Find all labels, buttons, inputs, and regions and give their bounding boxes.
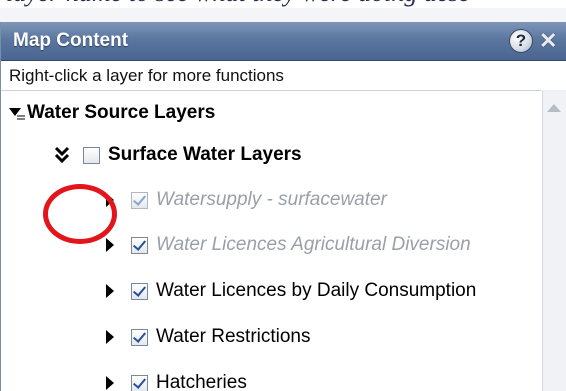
- screenshot-stage: layer name to see what they were doing d…: [0, 0, 566, 391]
- collapse-group-icon[interactable]: [7, 103, 27, 123]
- layer-checkbox[interactable]: [131, 374, 148, 391]
- group-label: Water Source Layers: [27, 102, 216, 123]
- expand-layer-icon[interactable]: [101, 327, 121, 347]
- layer-row-watersupply-surfacewater[interactable]: Watersupply - surfacewater: [101, 186, 387, 214]
- layer-row-water-licences-by-daily-consumption[interactable]: Water Licences by Daily Consumption: [101, 277, 476, 305]
- layer-row-water-licences-agricultural-diversion[interactable]: Water Licences Agricultural Diversion: [101, 231, 471, 259]
- layer-label: Water Restrictions: [156, 326, 311, 347]
- panel-titlebar: Map Content ? ✕: [1, 22, 566, 61]
- subgroup-label: Surface Water Layers: [108, 144, 302, 165]
- help-icon: ?: [515, 31, 527, 50]
- map-content-panel: Map Content ? ✕ Right-click a layer for …: [0, 22, 566, 391]
- layer-label: Water Licences by Daily Consumption: [156, 280, 477, 301]
- vertical-scrollbar[interactable]: [542, 90, 566, 391]
- layer-checkbox[interactable]: [131, 236, 148, 254]
- close-button[interactable]: ✕: [539, 28, 566, 54]
- tree-subgroup-surface-water-layers[interactable]: Surface Water Layers: [53, 141, 302, 169]
- layer-label: Water Licences Agricultural Diversion: [156, 234, 471, 255]
- expand-layer-icon[interactable]: [101, 281, 121, 301]
- layer-checkbox[interactable]: [131, 282, 148, 300]
- scroll-up-arrow-icon[interactable]: [547, 104, 561, 112]
- close-icon: ✕: [539, 28, 558, 53]
- panel-hint-text: Right-click a layer for more functions: [9, 66, 284, 85]
- layer-checkbox[interactable]: [131, 328, 148, 346]
- subgroup-checkbox[interactable]: [83, 146, 100, 164]
- layer-row-hatcheries[interactable]: Hatcheries: [101, 369, 247, 391]
- double-chevron-down-icon[interactable]: [53, 145, 73, 165]
- layer-tree: Water Source Layers Surface Water Layers…: [1, 90, 541, 391]
- help-button[interactable]: ?: [509, 29, 533, 53]
- page-caption-text: layer name to see what they were doing d…: [0, 0, 566, 8]
- expand-layer-icon[interactable]: [101, 373, 121, 391]
- panel-title: Map Content: [13, 30, 129, 51]
- tree-group-water-source-layers[interactable]: Water Source Layers: [7, 99, 215, 127]
- layer-checkbox[interactable]: [131, 191, 148, 209]
- expand-layer-icon[interactable]: [101, 235, 121, 255]
- layer-label: Hatcheries: [156, 372, 247, 391]
- expand-layer-icon[interactable]: [101, 190, 121, 210]
- layer-label: Watersupply - surfacewater: [156, 189, 387, 210]
- layer-row-water-restrictions[interactable]: Water Restrictions: [101, 323, 311, 351]
